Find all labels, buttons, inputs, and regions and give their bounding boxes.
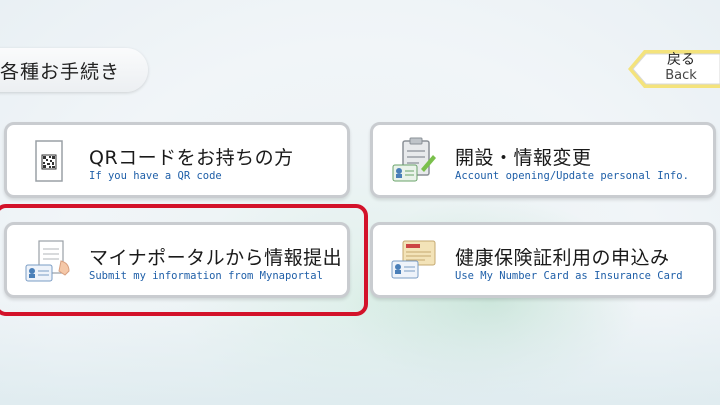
mynaportal-submit-card[interactable]: マイナポータルから情報提出 Submit my information from… [4, 222, 350, 298]
background-fade [0, 300, 720, 405]
card-subtitle: If you have a QR code [89, 170, 222, 182]
insurance-card-icon [391, 240, 436, 279]
page-title: 各種お手続き [0, 60, 121, 83]
clipboard-id-icon [392, 137, 436, 182]
account-update-card[interactable]: 開設・情報変更 Account opening/Update personal … [370, 122, 716, 198]
back-label-en: Back [665, 68, 697, 83]
insurance-card-apply-card[interactable]: 健康保険証利用の申込み Use My Number Card as Insura… [370, 222, 716, 298]
card-subtitle: Account opening/Update personal Info. [455, 170, 689, 182]
back-button[interactable]: 戻る Back [624, 46, 720, 92]
card-title: QRコードをお持ちの方 [89, 147, 294, 169]
qr-code-icon [35, 140, 63, 182]
card-subtitle: Use My Number Card as Insurance Card [455, 270, 683, 282]
card-title: 健康保険証利用の申込み [455, 247, 670, 269]
document-card-icon [25, 240, 70, 282]
qr-code-card[interactable]: QRコードをお持ちの方 If you have a QR code [4, 122, 350, 198]
card-title: 開設・情報変更 [455, 147, 592, 169]
card-subtitle: Submit my information from Mynaportal [89, 270, 323, 282]
back-label-jp: 戻る [667, 52, 695, 68]
header-tab: 各種お手続き [0, 48, 148, 92]
card-title: マイナポータルから情報提出 [89, 247, 343, 269]
